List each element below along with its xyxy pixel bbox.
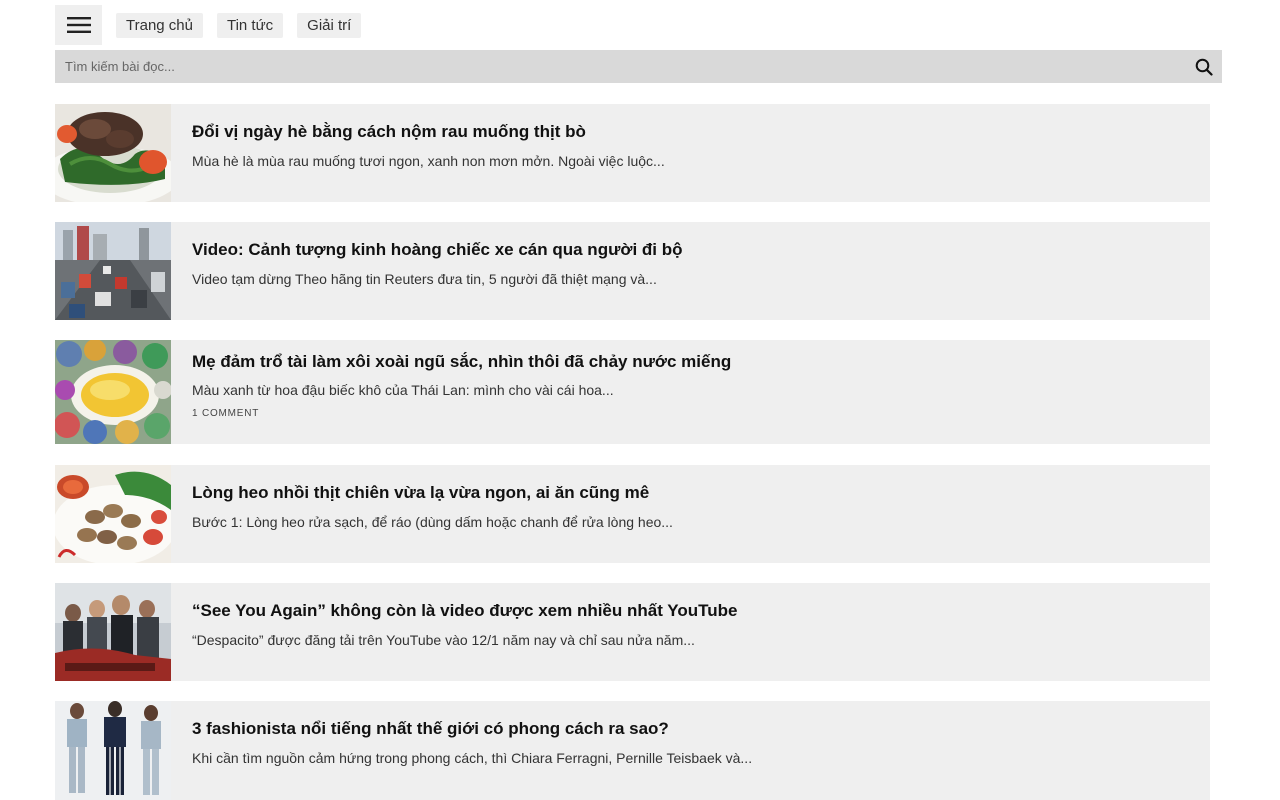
- article-card[interactable]: “See You Again” không còn là video được …: [55, 583, 1210, 681]
- article-body: Lòng heo nhồi thịt chiên vừa lạ vừa ngon…: [171, 465, 673, 563]
- article-body: Mẹ đảm trổ tài làm xôi xoài ngũ sắc, nhì…: [171, 340, 731, 444]
- article-body: Video: Cảnh tượng kinh hoàng chiếc xe cá…: [171, 222, 683, 320]
- article-thumbnail[interactable]: [55, 465, 171, 563]
- hamburger-icon: [66, 17, 91, 33]
- sticky-rice-thumbnail-image: [55, 340, 171, 444]
- article-title[interactable]: 3 fashionista nổi tiếng nhất thế giới có…: [192, 719, 752, 739]
- menu-button[interactable]: [55, 5, 102, 45]
- top-navigation: Trang chủ Tin tức Giải trí: [55, 5, 362, 45]
- nav-link-news[interactable]: Tin tức: [216, 12, 284, 38]
- traffic-thumbnail-image: [55, 222, 171, 320]
- article-title[interactable]: Đổi vị ngày hè bằng cách nộm rau muống t…: [192, 122, 665, 142]
- fashion-kids-thumbnail-image: [55, 701, 171, 800]
- article-excerpt: Bước 1: Lòng heo rửa sạch, để ráo (dùng …: [192, 514, 673, 530]
- article-excerpt: Mùa hè là mùa rau muống tươi ngon, xanh …: [192, 153, 665, 169]
- article-excerpt: “Despacito” được đăng tải trên YouTube v…: [192, 632, 695, 648]
- article-thumbnail[interactable]: [55, 222, 171, 320]
- nav-link-entertainment[interactable]: Giải trí: [297, 12, 362, 38]
- article-body: Đổi vị ngày hè bằng cách nộm rau muống t…: [171, 104, 665, 202]
- article-thumbnail[interactable]: [55, 104, 171, 202]
- salad-thumbnail-image: [55, 104, 171, 202]
- search-input[interactable]: [55, 50, 1186, 83]
- article-excerpt: Màu xanh từ hoa đậu biếc khô của Thái La…: [192, 382, 614, 398]
- article-title[interactable]: “See You Again” không còn là video được …: [192, 601, 738, 621]
- article-body: “See You Again” không còn là video được …: [171, 583, 738, 681]
- article-card[interactable]: 3 fashionista nổi tiếng nhất thế giới có…: [55, 701, 1210, 800]
- article-card[interactable]: Đổi vị ngày hè bằng cách nộm rau muống t…: [55, 104, 1210, 202]
- article-body: 3 fashionista nổi tiếng nhất thế giới có…: [171, 701, 752, 800]
- article-thumbnail[interactable]: [55, 340, 171, 444]
- article-excerpt: Khi cần tìm nguồn cảm hứng trong phong c…: [192, 750, 753, 766]
- article-card[interactable]: Mẹ đảm trổ tài làm xôi xoài ngũ sắc, nhì…: [55, 340, 1210, 444]
- article-excerpt: Video tạm dừng Theo hãng tin Reuters đưa…: [192, 271, 657, 287]
- movie-cast-thumbnail-image: [55, 583, 171, 681]
- article-title[interactable]: Video: Cảnh tượng kinh hoàng chiếc xe cá…: [192, 240, 683, 260]
- comment-count[interactable]: 1 COMMENT: [192, 408, 731, 419]
- article-title[interactable]: Mẹ đảm trổ tài làm xôi xoài ngũ sắc, nhì…: [192, 352, 731, 372]
- stuffed-sausage-thumbnail-image: [55, 465, 171, 563]
- search-button[interactable]: [1186, 50, 1222, 83]
- article-title[interactable]: Lòng heo nhồi thịt chiên vừa lạ vừa ngon…: [192, 483, 673, 503]
- search-bar: [55, 50, 1222, 83]
- search-icon: [1195, 58, 1213, 76]
- article-card[interactable]: Lòng heo nhồi thịt chiên vừa lạ vừa ngon…: [55, 465, 1210, 563]
- article-thumbnail[interactable]: [55, 583, 171, 681]
- article-card[interactable]: Video: Cảnh tượng kinh hoàng chiếc xe cá…: [55, 222, 1210, 320]
- nav-link-home[interactable]: Trang chủ: [116, 12, 203, 38]
- article-thumbnail[interactable]: [55, 701, 171, 800]
